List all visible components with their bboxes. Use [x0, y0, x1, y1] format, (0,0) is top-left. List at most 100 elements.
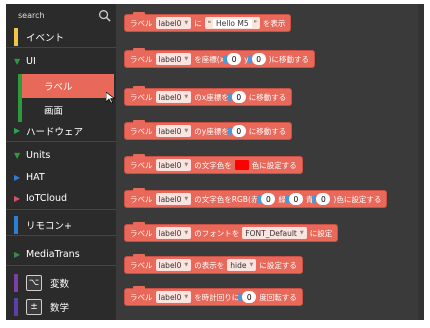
label-variable-dropdown[interactable]: label0 ▼ — [155, 291, 192, 303]
category-event[interactable]: イベント — [6, 26, 116, 48]
subcategory-color-bar — [18, 98, 22, 122]
label-variable-dropdown[interactable]: label0 ▼ — [155, 91, 192, 103]
collapsed-triangle-icon: ▶ — [14, 194, 21, 203]
label-variable-dropdown[interactable]: label0 ▼ — [155, 17, 192, 29]
green-number-input[interactable]: 0 — [284, 193, 303, 205]
block-text: 度回転する — [259, 292, 297, 302]
y-number-input[interactable]: 0 — [227, 125, 246, 137]
dropdown-arrow-icon: ▼ — [299, 230, 304, 236]
label-variable-dropdown[interactable]: label0 ▼ — [155, 159, 192, 171]
mouse-cursor-icon — [106, 92, 115, 104]
label-variable-dropdown[interactable]: label0 ▼ — [155, 193, 192, 205]
block-label-set-color[interactable]: ラベル label0 ▼ の文字色を 色に設定する — [124, 154, 303, 174]
dropdown-arrow-icon: ▼ — [184, 262, 189, 268]
dropdown-arrow-icon: ▼ — [184, 162, 189, 168]
category-label: 数学 — [50, 303, 70, 314]
block-text: の文字色をRGB(赤 — [194, 194, 259, 204]
color-picker-swatch[interactable] — [234, 160, 249, 170]
category-units[interactable]: ▼ Units — [6, 144, 116, 166]
block-text: )色に設定する — [333, 194, 382, 204]
x-number-input[interactable]: 0 — [223, 53, 242, 65]
block-prefix: ラベル — [130, 18, 153, 28]
category-label: Units — [26, 149, 51, 161]
category-iotcloud[interactable]: ▶ IoTCloud — [6, 188, 116, 210]
block-label-set-rgb[interactable]: ラベル label0 ▼ の文字色をRGB(赤 0 緑 0 青 0 )色に設定する — [124, 188, 388, 208]
category-variables[interactable]: ⌥ 変数 — [6, 272, 116, 294]
category-label: リモコン+ — [26, 220, 72, 232]
block-text: の表示を — [194, 260, 225, 270]
y-number-input[interactable]: 0 — [247, 53, 266, 65]
search-icon[interactable] — [98, 9, 111, 22]
block-label-set-x[interactable]: ラベル label0 ▼ のx座標を 0 に移動する — [124, 86, 293, 106]
label-variable-dropdown[interactable]: label0 ▼ — [155, 227, 192, 239]
category-color-bar — [14, 216, 18, 234]
block-label-set-y[interactable]: ラベル label0 ▼ のy座標を 0 に移動する — [124, 120, 293, 140]
block-prefix: ラベル — [130, 194, 153, 204]
blue-number-input[interactable]: 0 — [312, 193, 331, 205]
block-label-show-text[interactable]: ラベル label0 ▼ に ❝ Hello M5 ❞ を表示 — [124, 12, 292, 32]
category-ui[interactable]: ▼ UI — [6, 50, 116, 72]
category-remote-plus[interactable]: リモコン+ — [6, 214, 116, 236]
angle-number-input[interactable]: 0 — [238, 291, 257, 303]
font-dropdown[interactable]: FONT_Default ▼ — [242, 227, 307, 239]
category-math[interactable]: ± 数学 — [6, 296, 116, 318]
block-prefix: ラベル — [130, 126, 153, 136]
expanded-triangle-icon: ▼ — [14, 150, 21, 160]
category-mediatrans[interactable]: ▶ MediaTrans — [6, 244, 116, 266]
red-number-input[interactable]: 0 — [257, 193, 276, 205]
block-label-rotate[interactable]: ラベル label0 ▼ を時計回りに 0 度回転する — [124, 286, 303, 306]
subcategory-color-bar — [18, 74, 22, 98]
block-text: 色に設定する — [251, 160, 297, 170]
block-label-set-visibility[interactable]: ラベル label0 ▼ の表示を hide ▼ に設定する — [124, 254, 303, 274]
block-prefix: ラベル — [130, 292, 153, 302]
dropdown-arrow-icon: ▼ — [184, 128, 189, 134]
block-text: の文字色を — [194, 160, 232, 170]
label-variable-dropdown[interactable]: label0 ▼ — [155, 53, 192, 65]
category-label: MediaTrans — [26, 249, 80, 260]
dropdown-arrow-icon: ▼ — [184, 294, 189, 300]
flyout-scrollbar[interactable] — [418, 4, 424, 320]
category-label: IoTCloud — [26, 193, 67, 204]
dropdown-arrow-icon: ▼ — [184, 20, 189, 26]
block-label-move-xy[interactable]: ラベル label0 ▼ を座標(x 0 y 0 )に移動する — [124, 48, 316, 68]
category-hat[interactable]: ▶ HAT — [6, 166, 116, 188]
block-text: に設定 — [309, 228, 333, 238]
dropdown-arrow-icon: ▼ — [184, 94, 189, 100]
block-text: を座標(x — [194, 54, 225, 64]
subcategory-label[interactable]: ラベル — [18, 74, 114, 98]
search-input[interactable]: search — [18, 11, 45, 20]
block-prefix: ラベル — [130, 92, 153, 102]
category-label: イベント — [26, 32, 65, 44]
category-color-bar — [14, 298, 18, 316]
subcategory-label-text: ラベル — [44, 82, 73, 93]
category-hardware[interactable]: ▶ ハードウェア — [6, 120, 116, 142]
search-row[interactable]: search — [6, 4, 116, 26]
block-text: のフォントを — [194, 228, 240, 238]
label-variable-dropdown[interactable]: label0 ▼ — [155, 259, 192, 271]
collapsed-triangle-icon: ▶ — [14, 172, 21, 182]
visibility-dropdown[interactable]: hide ▼ — [227, 259, 257, 271]
dropdown-arrow-icon: ▼ — [249, 262, 254, 268]
collapsed-triangle-icon: ▶ — [14, 250, 21, 259]
block-prefix: ラベル — [130, 260, 153, 270]
x-number-input[interactable]: 0 — [227, 91, 246, 103]
block-text: に移動する — [248, 126, 287, 136]
subcategory-screen[interactable]: 画面 — [18, 98, 114, 122]
block-text: に設定する — [259, 260, 297, 270]
text-input-field[interactable]: ❝ Hello M5 ❞ — [204, 17, 260, 29]
category-color-bar — [14, 274, 18, 292]
category-label: 変数 — [50, 279, 70, 290]
block-text: に — [194, 18, 202, 28]
category-label: ハードウェア — [26, 126, 84, 138]
expanded-triangle-icon: ▼ — [14, 56, 21, 66]
block-label-set-font[interactable]: ラベル label0 ▼ のフォントを FONT_Default ▼ に設定 — [124, 222, 339, 242]
dropdown-arrow-icon: ▼ — [184, 56, 189, 62]
block-text: )に移動する — [268, 54, 310, 64]
app-frame: search イベント ▼ UI ラベル 画面 ▶ ハードウェア ▼ Units… — [6, 4, 424, 320]
label-variable-dropdown[interactable]: label0 ▼ — [155, 125, 192, 137]
block-text: のx座標を — [194, 92, 229, 102]
dropdown-arrow-icon: ▼ — [184, 230, 189, 236]
block-text: を表示 — [262, 18, 286, 28]
variables-icon: ⌥ — [26, 275, 42, 291]
block-flyout: ラベル label0 ▼ に ❝ Hello M5 ❞ を表示 ラベル label0 ▼… — [116, 4, 424, 320]
